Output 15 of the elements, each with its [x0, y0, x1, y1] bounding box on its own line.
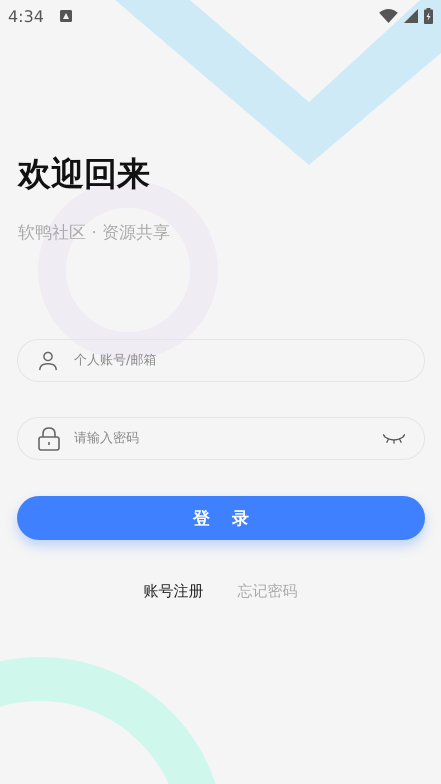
user-icon [38, 350, 58, 370]
lock-icon [38, 426, 60, 450]
signal-icon [404, 9, 418, 23]
wifi-icon [379, 9, 398, 23]
notification-icon [60, 10, 72, 22]
eye-closed-icon[interactable] [383, 434, 405, 444]
subtitle: 软鸭社区 · 资源共享 [18, 222, 172, 244]
welcome-title: 欢迎回来 [18, 153, 151, 195]
login-button[interactable]: 登 录 [17, 496, 425, 540]
battery-icon [424, 8, 433, 24]
status-time: 4:34 [8, 6, 44, 26]
input-field[interactable]: 个人账号/邮箱 [17, 339, 425, 382]
text-link[interactable]: 账号注册 [144, 582, 204, 601]
text-link[interactable]: 忘记密码 [238, 582, 298, 601]
input-field[interactable]: 请输入密码 [17, 417, 425, 460]
